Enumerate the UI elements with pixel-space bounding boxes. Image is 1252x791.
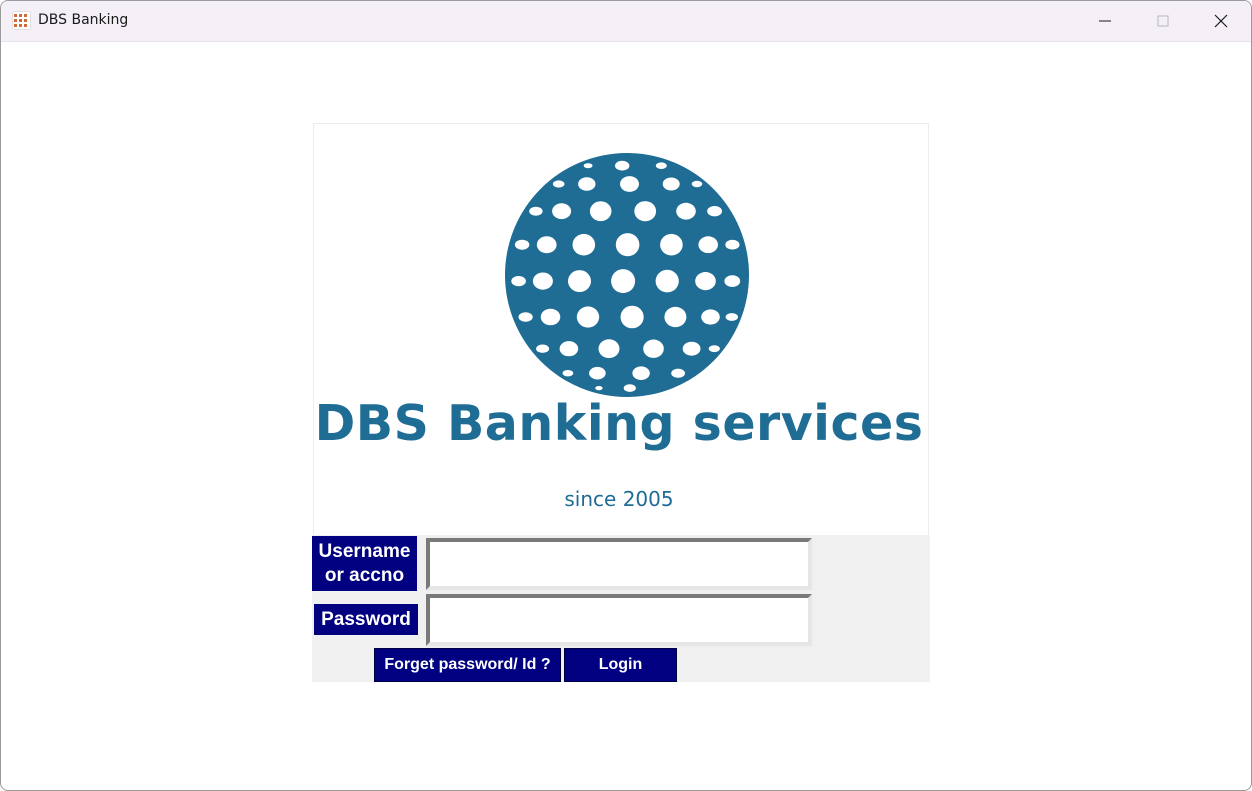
app-window: DBS Banking DBS Banking services since 2… — [0, 0, 1252, 791]
username-input[interactable] — [426, 538, 812, 590]
maximize-button[interactable] — [1134, 1, 1192, 41]
password-label: Password — [314, 604, 418, 635]
username-label: Username or accno — [312, 536, 417, 591]
brand-name: DBS Banking services — [314, 395, 924, 452]
app-grid-icon — [12, 11, 31, 30]
login-form: Username or accno Password Forget passwo… — [312, 535, 930, 682]
brand-tagline: since 2005 — [564, 487, 674, 511]
close-button[interactable] — [1192, 1, 1250, 41]
minimize-button[interactable] — [1076, 1, 1134, 41]
login-button[interactable]: Login — [564, 648, 677, 682]
minimize-icon — [1099, 20, 1111, 22]
title-bar[interactable]: DBS Banking — [1, 1, 1251, 42]
globe-icon — [505, 153, 749, 397]
window-title: DBS Banking — [38, 12, 129, 28]
password-input[interactable] — [426, 594, 812, 646]
close-icon — [1214, 14, 1228, 28]
forgot-password-button[interactable]: Forget password/ Id ? — [374, 648, 561, 682]
login-card: DBS Banking services since 2005 Username… — [312, 122, 930, 682]
logo-panel: DBS Banking services since 2005 — [313, 123, 929, 536]
maximize-icon — [1157, 15, 1169, 27]
